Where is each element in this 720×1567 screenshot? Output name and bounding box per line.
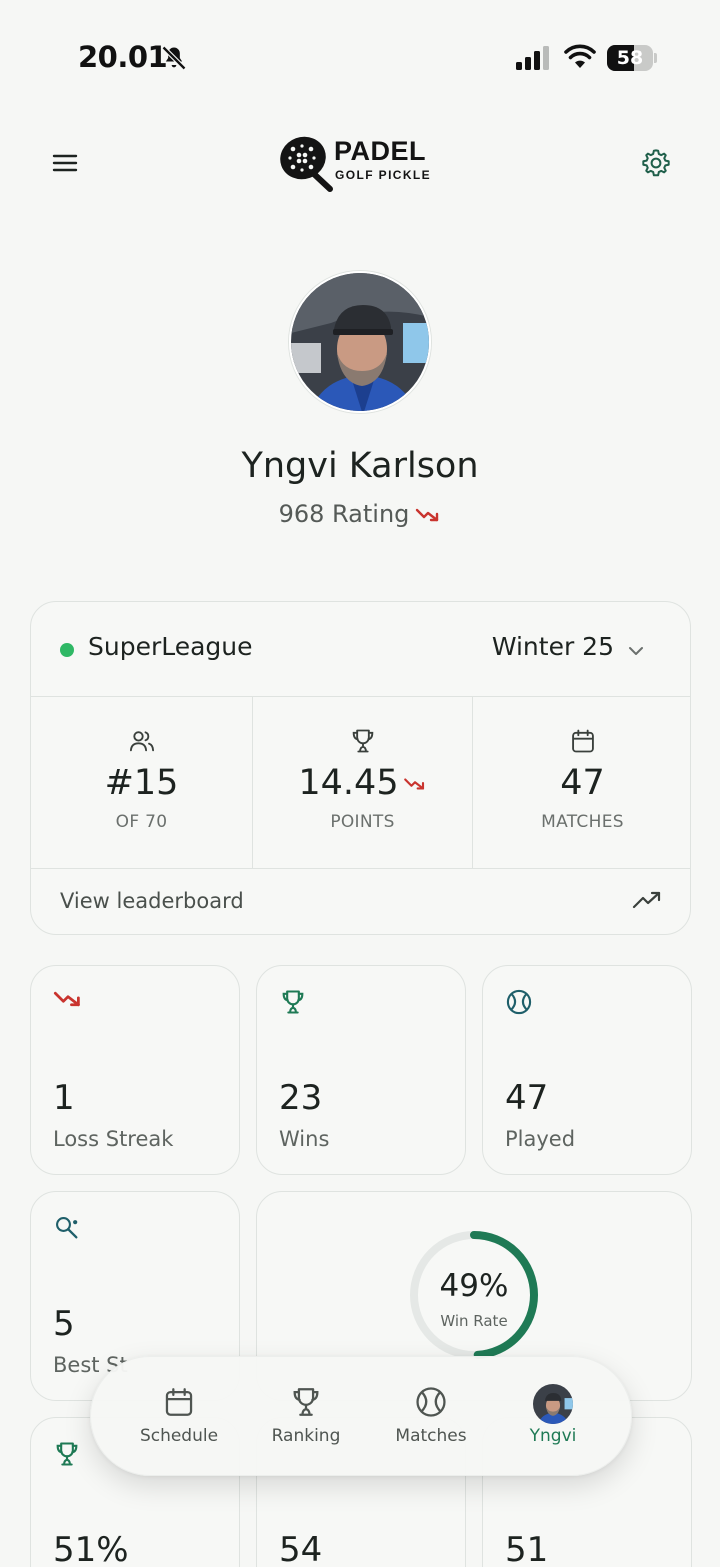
tile-loss-streak: 1 Loss Streak <box>30 965 240 1175</box>
nav-avatar <box>533 1384 573 1424</box>
tile-wins: 23 Wins <box>256 965 466 1175</box>
trend-down-icon <box>403 778 424 790</box>
users-icon <box>129 731 154 752</box>
tile-value: 54 <box>279 1530 323 1567</box>
brand-title: PADEL <box>334 136 427 166</box>
trophy-icon <box>293 1388 319 1416</box>
status-bar: 20.01 58 <box>0 0 720 110</box>
bell-slash-icon <box>161 45 187 71</box>
battery-icon: 58 <box>607 45 657 71</box>
stat-matches: 47 MATCHES <box>472 697 690 868</box>
stat-rank-value: #15 <box>104 763 179 803</box>
nav-schedule[interactable]: Schedule <box>119 1357 239 1477</box>
stat-points-value: 14.45 <box>253 763 472 803</box>
stat-points: 14.45 POINTS <box>252 697 472 868</box>
calendar-icon <box>165 1388 193 1416</box>
tile-value: 51% <box>53 1530 129 1567</box>
wifi-icon <box>564 44 596 68</box>
profile-avatar[interactable] <box>289 271 431 413</box>
profile-photo <box>291 273 429 411</box>
padel-logo-icon <box>280 136 333 192</box>
battery-level: 58 <box>616 47 644 69</box>
league-name: SuperLeague <box>88 632 253 661</box>
nav-label: Ranking <box>271 1426 341 1446</box>
tile-value: 51 <box>505 1530 549 1567</box>
leaderboard-link-text: View leaderboard <box>60 889 244 913</box>
nav-label: Matches <box>395 1426 467 1446</box>
tile-value: 23 <box>279 1078 323 1118</box>
chevron-down-icon[interactable] <box>626 641 646 661</box>
ball-icon <box>416 1387 446 1417</box>
tile-value: 47 <box>505 1078 549 1118</box>
racket-icon <box>56 1217 78 1239</box>
signal-icon <box>516 46 549 70</box>
points-value: 14.45 <box>298 763 399 803</box>
brand-logo: PADEL GOLF PICKLE <box>278 134 448 192</box>
trophy-icon <box>352 729 373 753</box>
rating-text: 968 Rating <box>278 500 410 528</box>
profile-rating: 968 Rating <box>0 500 720 528</box>
tile-label: Played <box>505 1127 576 1151</box>
win-rate-label: Win Rate <box>440 1312 508 1330</box>
nav-ranking[interactable]: Ranking <box>246 1357 366 1477</box>
stat-points-label: POINTS <box>330 812 395 832</box>
win-rate-value: 49% <box>439 1268 509 1304</box>
league-stats: #15 OF 70 14.45 POINTS 47 MATCHES <box>31 697 690 869</box>
stat-rank: #15 OF 70 <box>31 697 252 868</box>
tile-label: Loss Streak <box>53 1127 174 1151</box>
tile-value: 5 <box>53 1304 75 1344</box>
trophy-icon <box>282 990 304 1014</box>
trend-up-icon <box>632 891 661 909</box>
trend-down-icon <box>53 991 80 1007</box>
status-time: 20.01 <box>78 40 168 74</box>
stat-matches-value: 47 <box>560 763 605 803</box>
trophy-icon <box>56 1442 78 1466</box>
view-leaderboard-link[interactable]: View leaderboard <box>31 869 690 934</box>
bottom-nav: Schedule Ranking Matches Yngvi <box>90 1356 632 1476</box>
nav-profile[interactable]: Yngvi <box>493 1357 613 1477</box>
settings-gear-icon[interactable] <box>640 147 672 179</box>
stat-rank-label: OF 70 <box>115 812 168 832</box>
stat-matches-label: MATCHES <box>541 812 624 832</box>
menu-icon[interactable] <box>52 150 78 176</box>
tile-label: Wins <box>279 1127 330 1151</box>
tile-played: 47 Played <box>482 965 692 1175</box>
season-value: Winter 25 <box>491 632 614 661</box>
season-select[interactable]: Winter 25 <box>492 632 614 661</box>
nav-label: Yngvi <box>529 1426 577 1446</box>
profile-name: Yngvi Karlson <box>241 446 479 486</box>
nav-matches[interactable]: Matches <box>371 1357 491 1477</box>
tile-value: 1 <box>53 1078 75 1118</box>
trend-down-icon <box>416 508 439 522</box>
league-status-dot <box>60 643 74 657</box>
brand-subtitle: GOLF PICKLE <box>335 168 432 182</box>
league-header: SuperLeague Winter 25 <box>31 602 690 697</box>
calendar-icon <box>571 729 594 753</box>
league-card: SuperLeague Winter 25 #15 OF 70 14.45 PO… <box>30 601 691 935</box>
ball-icon <box>506 989 532 1015</box>
nav-label: Schedule <box>139 1426 219 1446</box>
